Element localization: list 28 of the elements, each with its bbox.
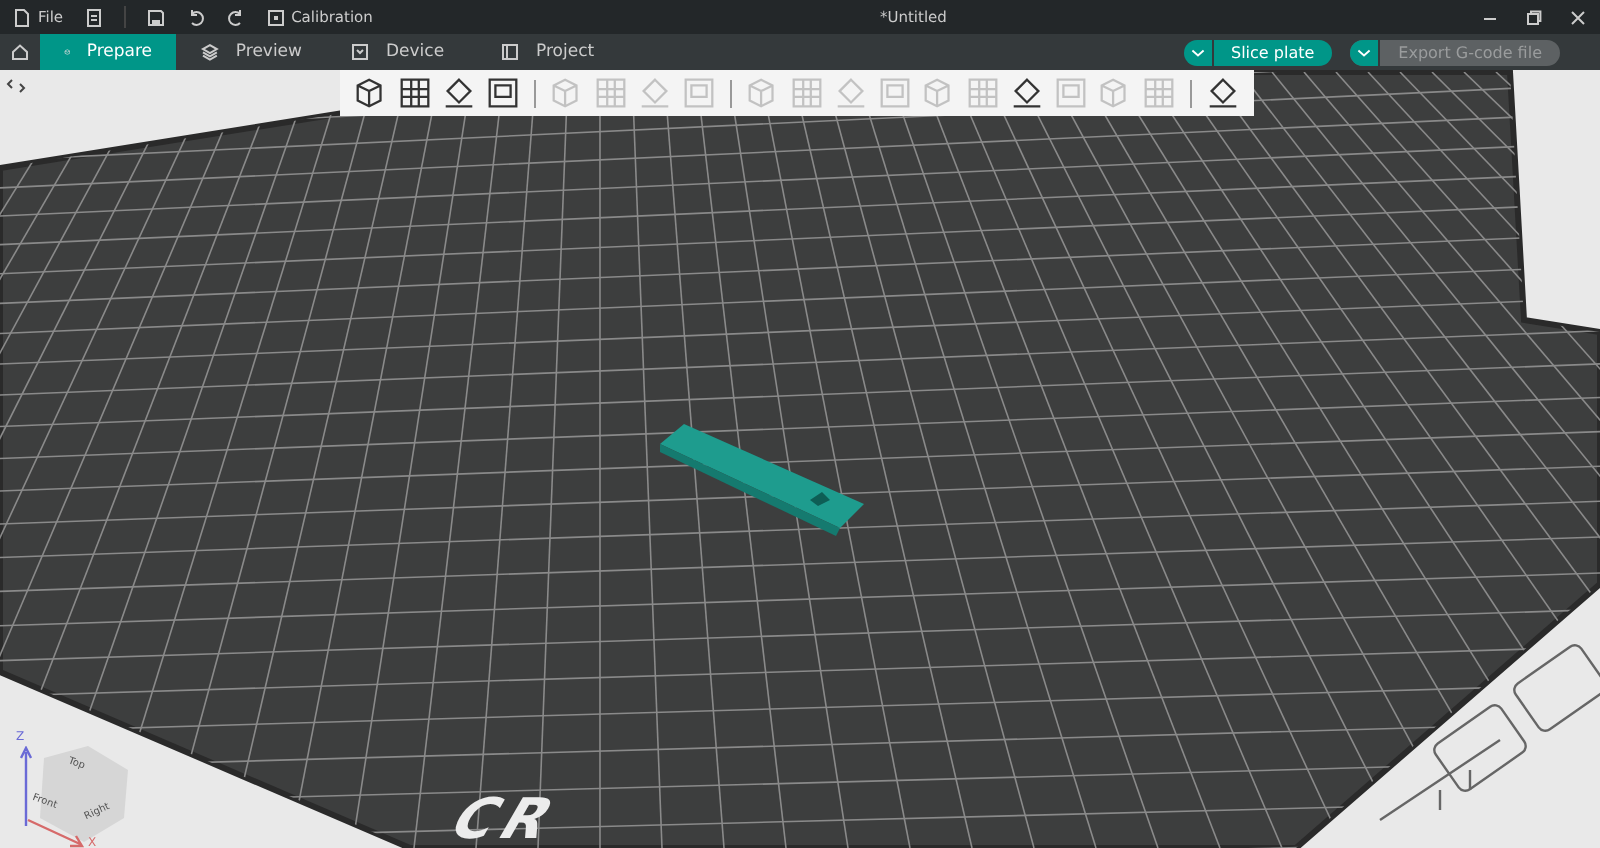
restore-icon[interactable] [1524, 7, 1544, 27]
save-icon[interactable] [145, 7, 166, 27]
tool-icon[interactable] [396, 74, 434, 112]
tool-icon[interactable] [484, 74, 522, 112]
document-icon [12, 7, 32, 27]
layers-icon [200, 42, 220, 62]
tab[interactable]: Project [476, 34, 626, 70]
calibration-icon [265, 7, 286, 27]
z-axis-arrow [20, 746, 32, 826]
grid-icon [500, 42, 520, 62]
slice-plate-button[interactable]: Slice plate [1183, 39, 1333, 65]
tool-icon[interactable] [1204, 74, 1242, 112]
tab[interactable]: Device [326, 34, 476, 70]
plate-logo: CR [436, 786, 576, 848]
x-axis-arrow [26, 818, 86, 848]
list-icon[interactable] [83, 7, 104, 27]
close-icon[interactable] [1568, 7, 1588, 27]
redo-icon[interactable] [225, 7, 246, 27]
chevron-icon [1356, 47, 1373, 57]
tab[interactable]: Preview [176, 34, 326, 70]
monitor-icon [350, 42, 370, 62]
collapse-icon[interactable] [6, 76, 26, 96]
tab[interactable]: Prepare [40, 34, 176, 70]
undo-icon[interactable] [185, 7, 206, 27]
chevron-icon [1189, 47, 1205, 57]
home-icon[interactable] [10, 42, 30, 62]
tool-icon[interactable] [1008, 74, 1046, 112]
tool-icon[interactable] [440, 74, 478, 112]
